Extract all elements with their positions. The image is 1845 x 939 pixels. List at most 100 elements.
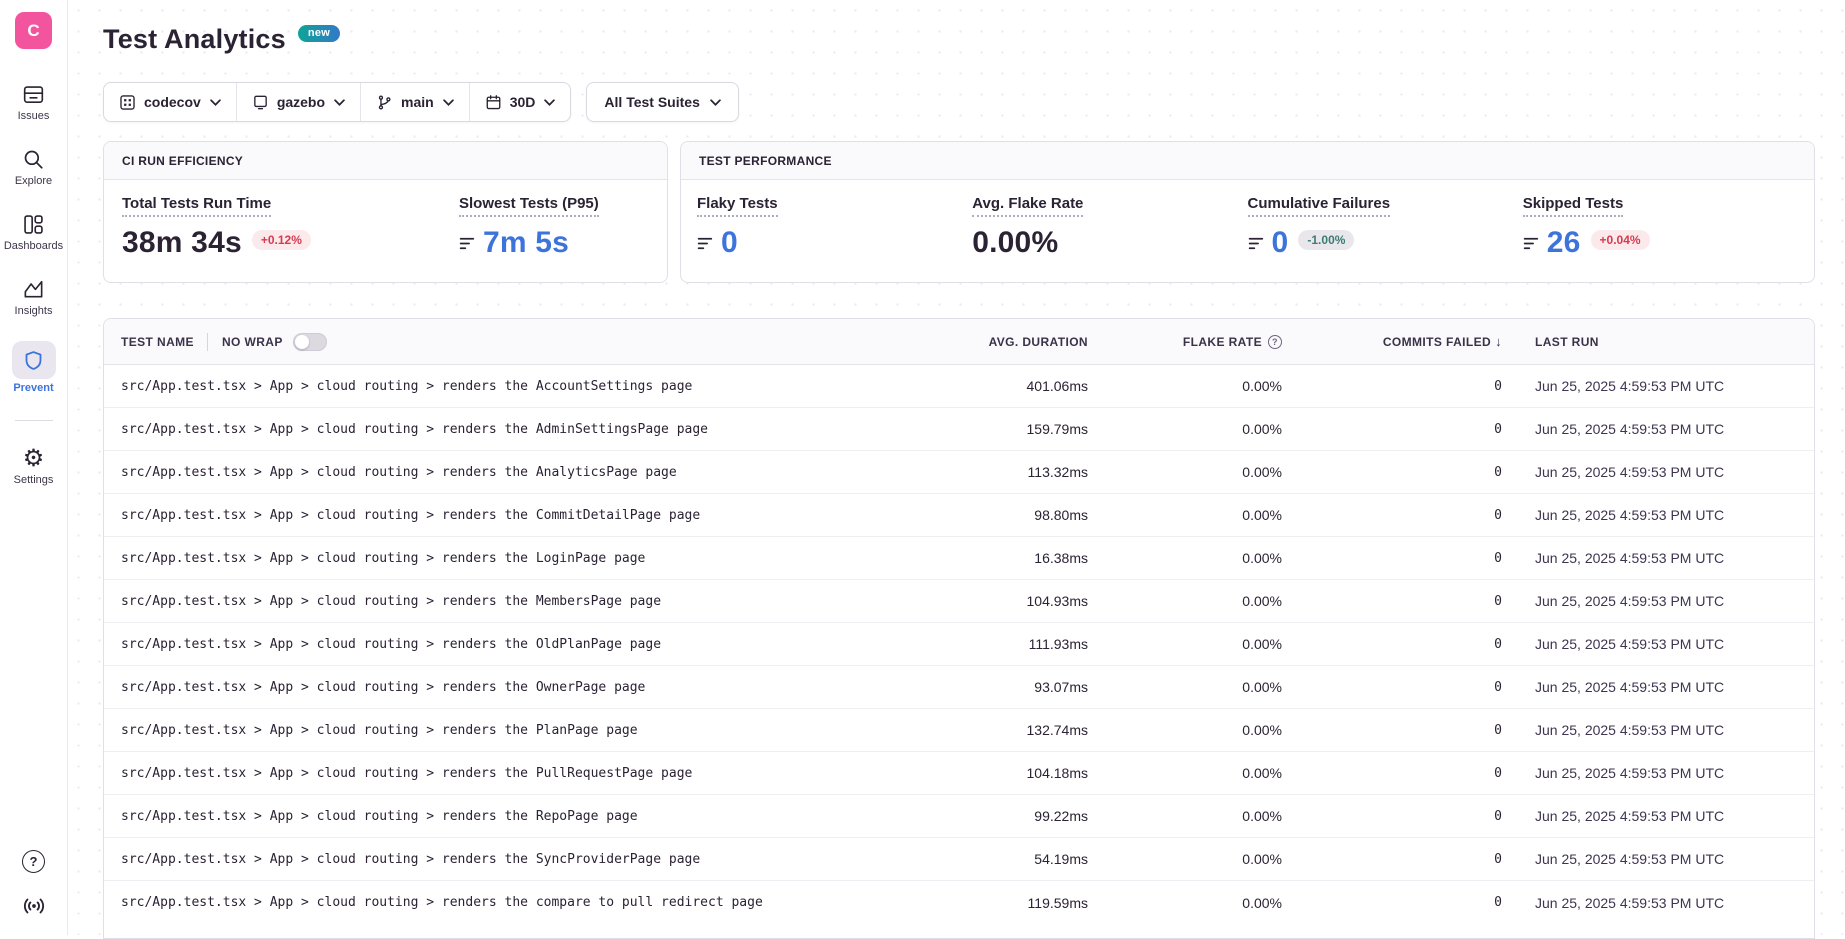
repo-selector[interactable]: gazebo bbox=[236, 83, 360, 121]
sidebar-item-settings[interactable]: ⚙ Settings bbox=[0, 445, 67, 486]
flake-rate-cell: 0.00% bbox=[1088, 895, 1282, 911]
avg-duration-cell: 401.06ms bbox=[888, 378, 1088, 394]
table-row-partial bbox=[104, 924, 1814, 938]
sidebar-item-prevent[interactable]: Prevent bbox=[0, 341, 67, 394]
chevron-down-icon bbox=[544, 99, 555, 106]
last-run-cell: Jun 25, 2025 4:59:53 PM UTC bbox=[1502, 722, 1814, 738]
avg-duration-cell: 54.19ms bbox=[888, 851, 1088, 867]
column-test-name: TEST NAME NO WRAP bbox=[104, 333, 888, 351]
sidebar-item-explore[interactable]: Explore bbox=[0, 146, 67, 187]
sidebar-item-dashboards[interactable]: Dashboards bbox=[0, 211, 67, 252]
test-name-cell[interactable]: src/App.test.tsx > App > cloud routing >… bbox=[104, 895, 888, 910]
test-name-cell[interactable]: src/App.test.tsx > App > cloud routing >… bbox=[104, 422, 888, 437]
page-title: Test Analytics bbox=[103, 24, 286, 55]
sort-descending-icon bbox=[1495, 334, 1502, 349]
commits-failed-cell: 0 bbox=[1282, 680, 1502, 695]
sidebar-item-label: Explore bbox=[15, 175, 52, 187]
branch-selector[interactable]: main bbox=[360, 83, 469, 121]
sidebar-item-label: Dashboards bbox=[4, 240, 63, 252]
metric-value-link[interactable]: 7m 5s bbox=[483, 226, 569, 260]
test-name-cell[interactable]: src/App.test.tsx > App > cloud routing >… bbox=[104, 852, 888, 867]
last-run-cell: Jun 25, 2025 4:59:53 PM UTC bbox=[1502, 593, 1814, 609]
commits-failed-cell: 0 bbox=[1282, 852, 1502, 867]
help-icon[interactable] bbox=[22, 850, 45, 873]
metric-value-link[interactable]: 26 bbox=[1547, 226, 1581, 260]
table-row[interactable]: src/App.test.tsx > App > cloud routing >… bbox=[104, 795, 1814, 838]
org-selector[interactable]: codecov bbox=[104, 83, 236, 121]
sidebar-item-insights[interactable]: Insights bbox=[0, 276, 67, 317]
table-row[interactable]: src/App.test.tsx > App > cloud routing >… bbox=[104, 838, 1814, 881]
panel-body: Flaky Tests 0 Avg. Flake Rate 0.00% Cumu… bbox=[681, 180, 1814, 282]
sidebar-item-label: Issues bbox=[18, 110, 50, 122]
last-run-cell: Jun 25, 2025 4:59:53 PM UTC bbox=[1502, 808, 1814, 824]
test-name-cell[interactable]: src/App.test.tsx > App > cloud routing >… bbox=[104, 809, 888, 824]
last-run-cell: Jun 25, 2025 4:59:53 PM UTC bbox=[1502, 550, 1814, 566]
table-row[interactable]: src/App.test.tsx > App > cloud routing >… bbox=[104, 537, 1814, 580]
sidebar-item-issues[interactable]: Issues bbox=[0, 81, 67, 122]
test-name-cell[interactable]: src/App.test.tsx > App > cloud routing >… bbox=[104, 508, 888, 523]
broadcast-icon[interactable] bbox=[21, 893, 47, 919]
question-circle-icon[interactable] bbox=[1268, 335, 1282, 349]
commits-failed-cell: 0 bbox=[1282, 594, 1502, 609]
search-icon bbox=[21, 146, 47, 172]
no-wrap-control: NO WRAP bbox=[207, 333, 327, 351]
test-name-cell[interactable]: src/App.test.tsx > App > cloud routing >… bbox=[104, 379, 888, 394]
test-name-cell[interactable]: src/App.test.tsx > App > cloud routing >… bbox=[104, 465, 888, 480]
avg-duration-cell: 132.74ms bbox=[888, 722, 1088, 738]
table-row[interactable]: src/App.test.tsx > App > cloud routing >… bbox=[104, 365, 1814, 408]
issues-icon bbox=[21, 81, 47, 107]
test-name-cell[interactable]: src/App.test.tsx > App > cloud routing >… bbox=[104, 637, 888, 652]
flake-rate-cell: 0.00% bbox=[1088, 550, 1282, 566]
table-header: TEST NAME NO WRAP AVG. DURATION FLAKE RA… bbox=[104, 319, 1814, 365]
column-flake-rate[interactable]: FLAKE RATE bbox=[1088, 335, 1282, 349]
last-run-cell: Jun 25, 2025 4:59:53 PM UTC bbox=[1502, 895, 1814, 911]
ci-run-efficiency-panel: CI RUN EFFICIENCY Total Tests Run Time 3… bbox=[103, 141, 668, 283]
table-row[interactable]: src/App.test.tsx > App > cloud routing >… bbox=[104, 666, 1814, 709]
table-row[interactable]: src/App.test.tsx > App > cloud routing >… bbox=[104, 494, 1814, 537]
metric-label[interactable]: Avg. Flake Rate bbox=[972, 195, 1083, 217]
flake-rate-cell: 0.00% bbox=[1088, 507, 1282, 523]
table-row[interactable]: src/App.test.tsx > App > cloud routing >… bbox=[104, 451, 1814, 494]
metric-total-run-time: Total Tests Run Time 38m 34s +0.12% bbox=[122, 195, 459, 282]
filter-icon bbox=[1248, 236, 1265, 251]
test-name-cell[interactable]: src/App.test.tsx > App > cloud routing >… bbox=[104, 680, 888, 695]
commits-failed-header: COMMITS FAILED bbox=[1383, 335, 1491, 349]
sidebar-item-label: Prevent bbox=[13, 382, 53, 394]
test-suites-dropdown[interactable]: All Test Suites bbox=[586, 82, 738, 122]
column-avg-duration[interactable]: AVG. DURATION bbox=[888, 335, 1088, 349]
test-name-cell[interactable]: src/App.test.tsx > App > cloud routing >… bbox=[104, 723, 888, 738]
table-row[interactable]: src/App.test.tsx > App > cloud routing >… bbox=[104, 881, 1814, 924]
avg-duration-cell: 16.38ms bbox=[888, 550, 1088, 566]
metric-value-link[interactable]: 0 bbox=[721, 226, 738, 260]
test-name-header[interactable]: TEST NAME bbox=[121, 335, 194, 349]
branch-icon bbox=[376, 94, 393, 111]
table-row[interactable]: src/App.test.tsx > App > cloud routing >… bbox=[104, 752, 1814, 795]
metric-label[interactable]: Total Tests Run Time bbox=[122, 195, 271, 217]
org-avatar[interactable]: C bbox=[15, 12, 52, 49]
flake-rate-cell: 0.00% bbox=[1088, 808, 1282, 824]
test-name-cell[interactable]: src/App.test.tsx > App > cloud routing >… bbox=[104, 594, 888, 609]
table-row[interactable]: src/App.test.tsx > App > cloud routing >… bbox=[104, 623, 1814, 666]
test-name-cell[interactable]: src/App.test.tsx > App > cloud routing >… bbox=[104, 766, 888, 781]
panel-body: Total Tests Run Time 38m 34s +0.12% Slow… bbox=[104, 180, 667, 282]
date-range-selector[interactable]: 30D bbox=[469, 83, 571, 121]
test-name-cell[interactable]: src/App.test.tsx > App > cloud routing >… bbox=[104, 551, 888, 566]
metric-label[interactable]: Skipped Tests bbox=[1523, 195, 1624, 217]
table-row[interactable]: src/App.test.tsx > App > cloud routing >… bbox=[104, 408, 1814, 451]
table-row[interactable]: src/App.test.tsx > App > cloud routing >… bbox=[104, 580, 1814, 623]
last-run-cell: Jun 25, 2025 4:59:53 PM UTC bbox=[1502, 421, 1814, 437]
commits-failed-cell: 0 bbox=[1282, 766, 1502, 781]
table-row[interactable]: src/App.test.tsx > App > cloud routing >… bbox=[104, 709, 1814, 752]
chevron-down-icon bbox=[334, 99, 345, 106]
no-wrap-toggle[interactable] bbox=[293, 333, 327, 351]
column-last-run[interactable]: LAST RUN bbox=[1502, 335, 1814, 349]
flake-rate-cell: 0.00% bbox=[1088, 378, 1282, 394]
repo-selector-label: gazebo bbox=[277, 94, 325, 110]
avg-duration-cell: 99.22ms bbox=[888, 808, 1088, 824]
metric-value-link[interactable]: 0 bbox=[1272, 226, 1289, 260]
column-commits-failed[interactable]: COMMITS FAILED bbox=[1282, 334, 1502, 349]
metric-label[interactable]: Flaky Tests bbox=[697, 195, 778, 217]
metric-label[interactable]: Cumulative Failures bbox=[1248, 195, 1391, 217]
filter-bar: codecov gazebo main bbox=[103, 82, 1815, 122]
metric-label[interactable]: Slowest Tests (P95) bbox=[459, 195, 599, 217]
